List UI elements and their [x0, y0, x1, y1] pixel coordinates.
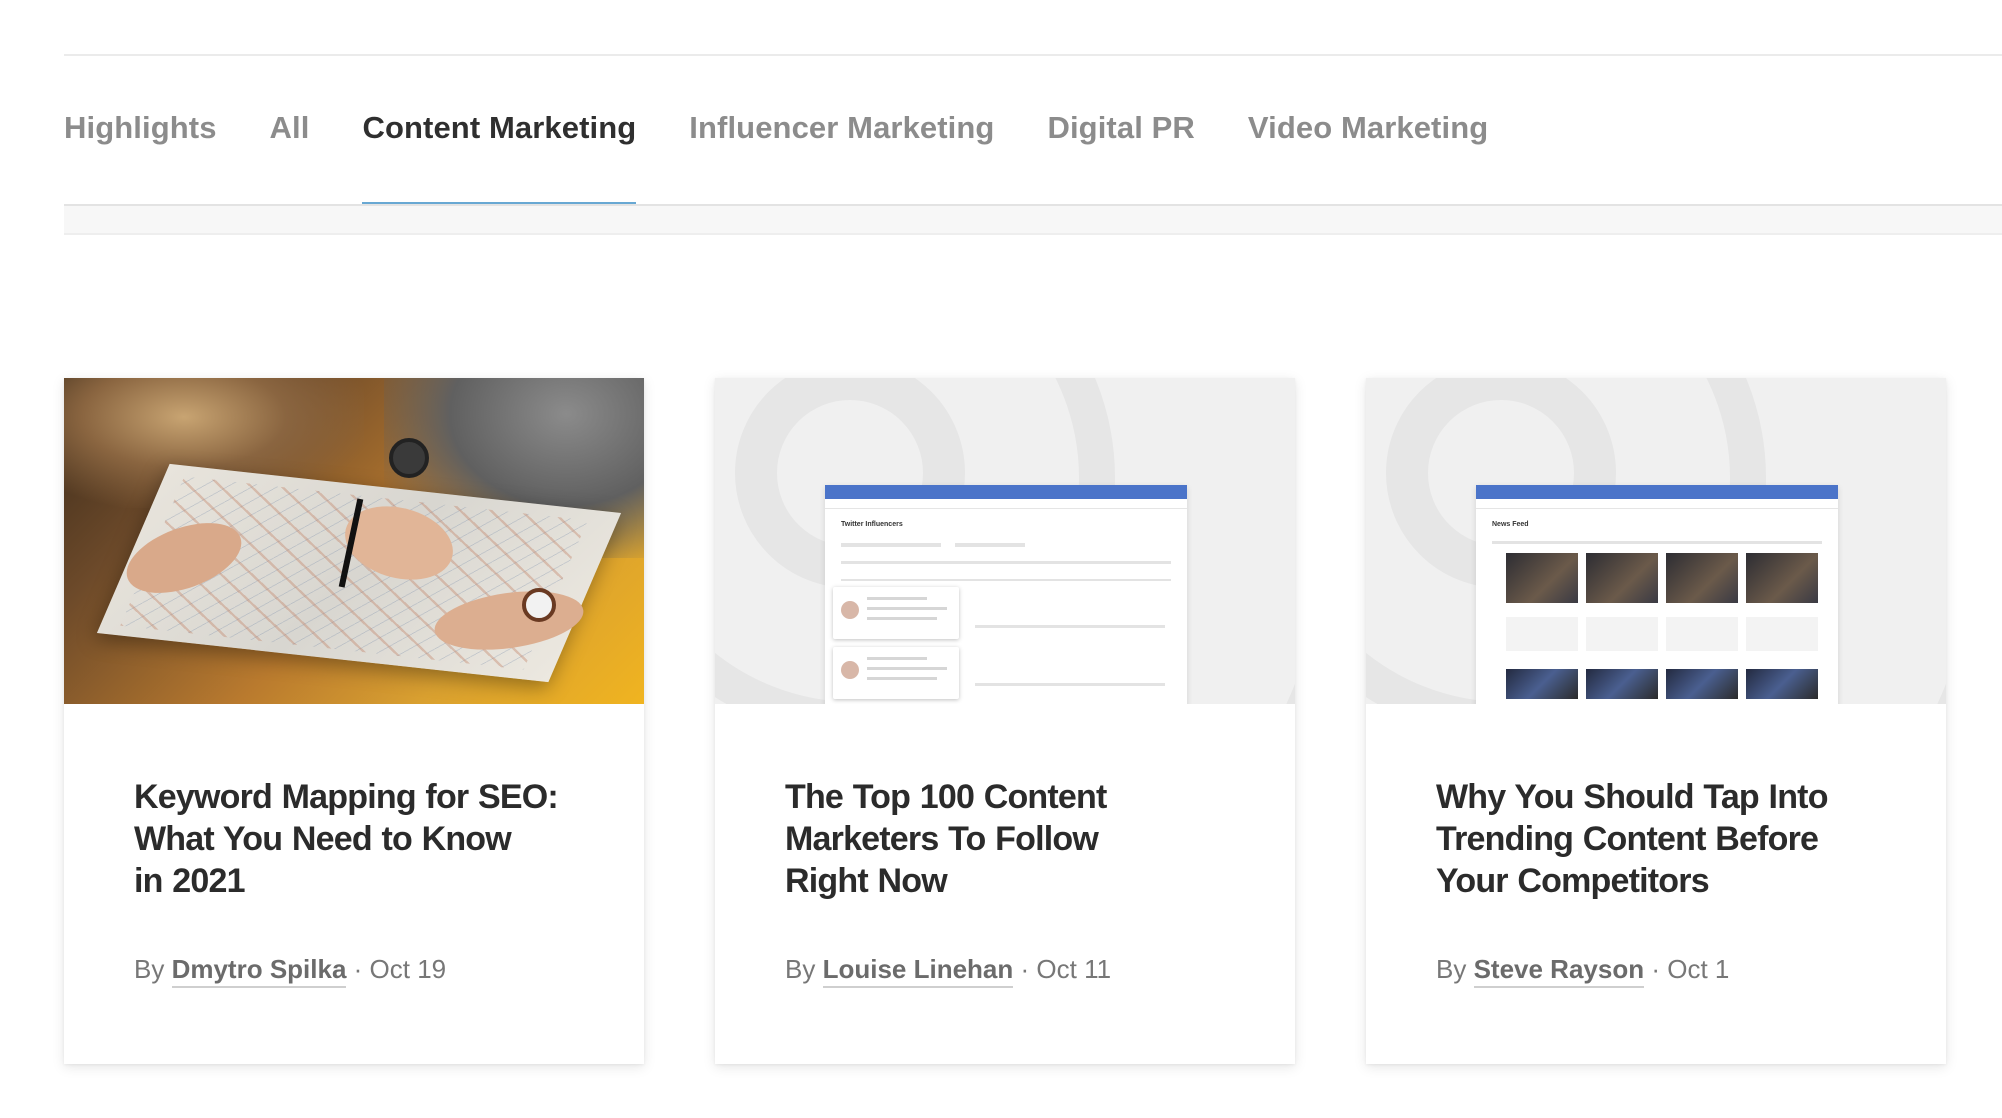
meta-separator: ·: [353, 954, 363, 984]
tab-digital-pr[interactable]: Digital PR: [1047, 104, 1194, 208]
mock-page-title: News Feed: [1492, 521, 1529, 528]
category-tabs: Highlights All Content Marketing Influen…: [64, 104, 1541, 208]
mock-line: [867, 677, 937, 680]
photo-watch: [389, 438, 429, 478]
photo-watch: [522, 588, 556, 622]
mock-row: [841, 579, 1171, 581]
mock-avatar: [841, 601, 859, 619]
mock-news-text: [1746, 617, 1818, 651]
article-title[interactable]: The Top 100 Content Marketers To Follow …: [785, 776, 1225, 902]
mock-news-tile: [1666, 669, 1738, 699]
article-title-line: The Top 100 Content: [785, 778, 1107, 816]
mock-subnav: [825, 499, 1187, 509]
mock-news-tile: [1506, 669, 1578, 699]
mock-line: [867, 607, 947, 610]
mock-news-tile: [1586, 553, 1658, 603]
mock-news-grid: [1506, 553, 1818, 699]
article-title-line: Why You Should Tap Into: [1436, 778, 1828, 816]
article-title-line: Right Now: [785, 862, 948, 900]
mock-news-tile: [1746, 553, 1818, 603]
article-card[interactable]: Twitter Influencers The Top 100 Content …: [715, 378, 1295, 1064]
page: Highlights All Content Marketing Influen…: [0, 0, 2002, 1118]
tabs-strip: [64, 206, 2002, 235]
article-meta: By Dmytro Spilka · Oct 19: [134, 954, 574, 988]
mock-news-text: [1666, 617, 1738, 651]
mock-news-text: [1506, 617, 1578, 651]
mock-line: [867, 667, 947, 670]
author-link[interactable]: Steve Rayson: [1473, 954, 1645, 988]
article-card-body: Why You Should Tap Into Trending Content…: [1366, 704, 1946, 988]
author-link[interactable]: Dmytro Spilka: [171, 954, 347, 988]
tab-influencer-marketing[interactable]: Influencer Marketing: [689, 104, 994, 208]
article-date: Oct 1: [1667, 954, 1730, 984]
article-title-line: Keyword Mapping for SEO:: [134, 778, 559, 816]
mock-row: [1492, 541, 1822, 544]
article-card[interactable]: News Feed Why You Should Tap Into Trendi…: [1366, 378, 1946, 1064]
mock-line: [867, 617, 937, 620]
mock-row: [975, 683, 1165, 686]
article-date: Oct 11: [1036, 954, 1112, 984]
article-cards: Keyword Mapping for SEO: What You Need t…: [64, 378, 1946, 1064]
article-meta: By Louise Linehan · Oct 11: [785, 954, 1225, 988]
meta-separator: ·: [1651, 954, 1661, 984]
mock-row: [975, 625, 1165, 628]
mock-news-tile: [1506, 553, 1578, 603]
meta-separator: ·: [1020, 954, 1030, 984]
mock-row: [955, 543, 1025, 547]
article-meta: By Steve Rayson · Oct 1: [1436, 954, 1876, 988]
article-title-line: Marketers To Follow: [785, 820, 1099, 858]
mock-header-bar: [825, 485, 1187, 499]
byline-prefix: By: [785, 954, 816, 984]
mock-influencer-card: [833, 647, 959, 699]
tab-all[interactable]: All: [270, 104, 310, 208]
mock-page-title: Twitter Influencers: [841, 521, 903, 528]
mock-subnav: [1476, 499, 1838, 509]
mock-news-tile: [1666, 553, 1738, 603]
author-link[interactable]: Louise Linehan: [822, 954, 1014, 988]
article-title[interactable]: Why You Should Tap Into Trending Content…: [1436, 776, 1876, 902]
tab-video-marketing[interactable]: Video Marketing: [1248, 104, 1488, 208]
article-title[interactable]: Keyword Mapping for SEO: What You Need t…: [134, 776, 574, 902]
mock-row: [841, 543, 941, 547]
article-card-body: The Top 100 Content Marketers To Follow …: [715, 704, 1295, 988]
app-screenshot: News Feed: [1476, 485, 1838, 704]
mock-row: [841, 561, 1171, 564]
app-screenshot: Twitter Influencers: [825, 485, 1187, 704]
article-date: Oct 19: [369, 954, 447, 984]
tab-content-marketing[interactable]: Content Marketing: [362, 104, 636, 208]
article-image-map-photo[interactable]: [64, 378, 644, 704]
mock-line: [867, 597, 927, 600]
mock-news-text: [1586, 617, 1658, 651]
article-title-line: What You Need to Know: [134, 820, 512, 858]
mock-news-tile: [1746, 669, 1818, 699]
article-card[interactable]: Keyword Mapping for SEO: What You Need t…: [64, 378, 644, 1064]
article-image-influencers-screenshot[interactable]: Twitter Influencers: [715, 378, 1295, 704]
tab-highlights[interactable]: Highlights: [64, 104, 217, 208]
article-title-line: Your Competitors: [1436, 862, 1710, 900]
mock-influencer-card: [833, 587, 959, 639]
mock-avatar: [841, 661, 859, 679]
byline-prefix: By: [1436, 954, 1467, 984]
mock-header-bar: [1476, 485, 1838, 499]
article-title-line: Trending Content Before: [1436, 820, 1819, 858]
article-image-news-feed-screenshot[interactable]: News Feed: [1366, 378, 1946, 704]
mock-line: [867, 657, 927, 660]
byline-prefix: By: [134, 954, 165, 984]
top-divider: [64, 54, 2002, 56]
article-card-body: Keyword Mapping for SEO: What You Need t…: [64, 704, 644, 988]
mock-news-tile: [1586, 669, 1658, 699]
article-title-line: in 2021: [134, 862, 246, 900]
